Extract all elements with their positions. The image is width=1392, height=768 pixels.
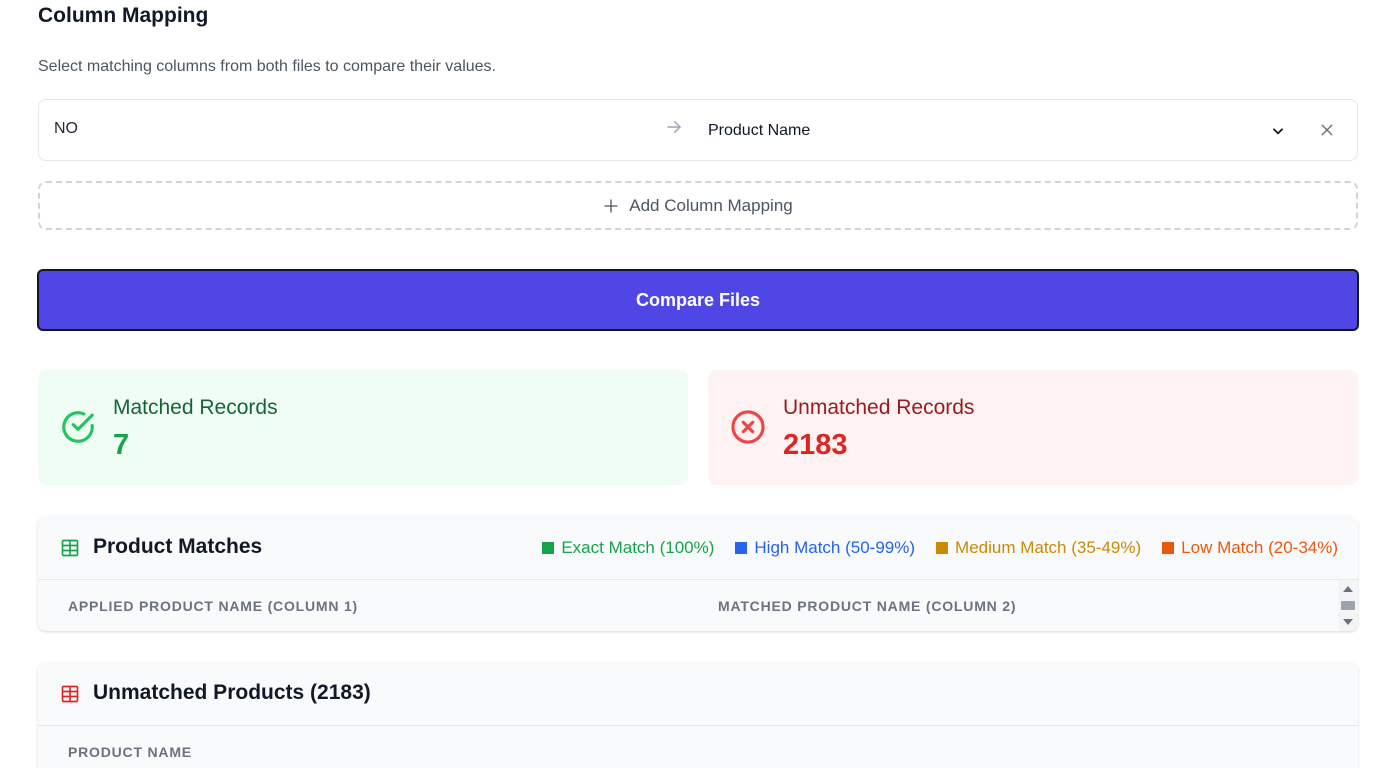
target-column-select[interactable]: Product Name [699,110,1293,152]
section-description: Select matching columns from both files … [38,58,496,75]
target-column-value: Product Name [708,122,811,139]
legend-swatch [936,542,949,554]
scroll-up-arrow-icon[interactable] [1343,586,1353,592]
matched-records-card: Matched Records 7 [38,370,688,485]
legend-exact-match: Exact Match (100%) [542,538,714,558]
close-icon [1321,124,1333,136]
page: Column Mapping Select matching columns f… [0,0,1392,768]
add-column-mapping-button[interactable]: Add Column Mapping [38,181,1358,230]
unmatched-products-title: Unmatched Products (2183) [93,681,371,704]
legend-swatch [542,542,555,554]
column-header-matched-product: MATCHED PRODUCT NAME (COLUMN 2) [718,598,1017,614]
unmatched-products-table-header: PRODUCT NAME [38,726,1358,768]
product-matches-table-header: APPLIED PRODUCT NAME (COLUMN 1) MATCHED … [38,580,1358,631]
check-circle-icon [62,411,94,443]
source-column-name: NO [54,120,78,137]
product-matches-panel: Product Matches Exact Match (100%) High … [38,516,1358,631]
legend-high-match: High Match (50-99%) [735,538,915,558]
legend-swatch [735,542,748,554]
legend-label: Exact Match (100%) [561,538,715,557]
matched-records-value: 7 [113,429,130,461]
compare-files-button[interactable]: Compare Files [37,269,1359,331]
legend-label: Medium Match (35-49%) [955,538,1142,557]
table-icon [61,685,79,703]
legend-label: Low Match (20-34%) [1181,538,1338,557]
product-matches-header: Product Matches Exact Match (100%) High … [38,516,1358,580]
column-header-product-name: PRODUCT NAME [68,744,192,760]
legend-medium-match: Medium Match (35-49%) [936,538,1141,558]
column-header-applied-product: APPLIED PRODUCT NAME (COLUMN 1) [68,598,359,614]
scroll-thumb[interactable] [1341,601,1355,610]
plus-icon [604,198,618,213]
remove-mapping-button[interactable] [1317,120,1337,140]
x-circle-icon [731,410,765,444]
legend-low-match: Low Match (20-34%) [1162,538,1338,558]
add-column-mapping-label: Add Column Mapping [629,195,793,215]
unmatched-records-label: Unmatched Records [783,396,975,419]
scroll-down-arrow-icon[interactable] [1343,619,1353,625]
unmatched-products-panel: Unmatched Products (2183) PRODUCT NAME [38,662,1358,768]
unmatched-products-header: Unmatched Products (2183) [38,662,1358,726]
legend-swatch [1162,542,1175,554]
unmatched-records-value: 2183 [783,429,848,461]
matched-records-label: Matched Records [113,396,278,419]
table-icon [61,539,79,557]
section-title: Column Mapping [38,4,209,27]
arrow-right-icon [667,121,681,133]
chevron-down-icon [1273,128,1283,135]
match-legend: Exact Match (100%) High Match (50-99%) M… [542,538,1338,558]
column-mapping-row: NO Product Name [38,99,1358,161]
table-scrollbar[interactable] [1338,580,1358,631]
product-matches-title: Product Matches [93,535,263,558]
unmatched-records-card: Unmatched Records 2183 [708,370,1358,485]
legend-label: High Match (50-99%) [754,538,916,557]
